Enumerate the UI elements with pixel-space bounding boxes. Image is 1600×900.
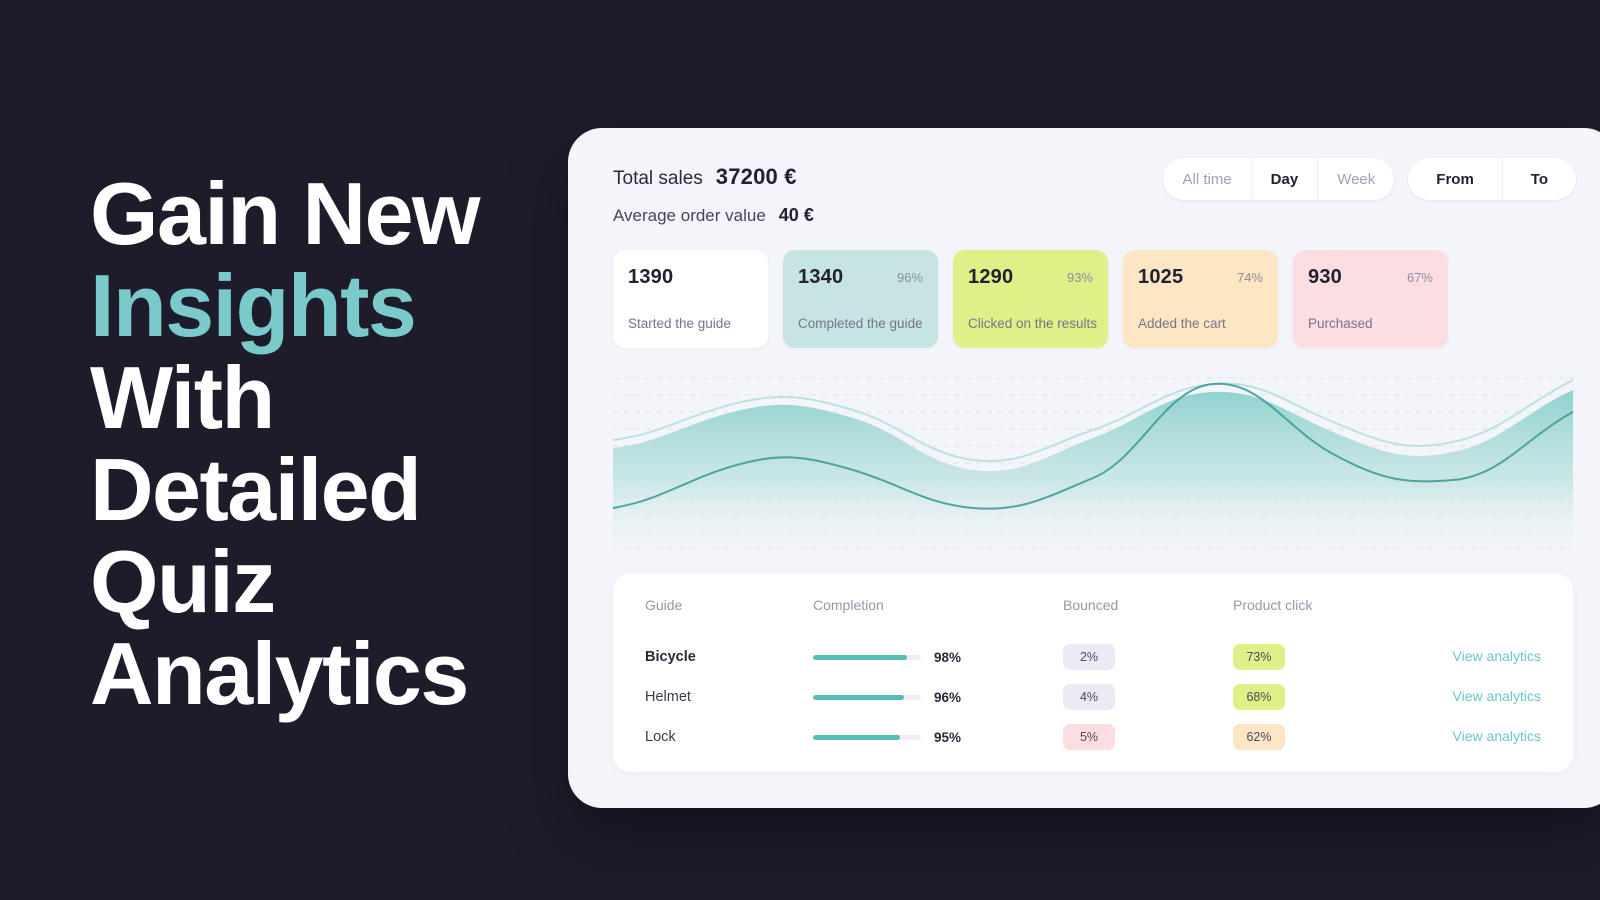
completion-percent: 95% bbox=[934, 729, 962, 745]
cell-product-click: 73% bbox=[1233, 644, 1443, 670]
completion-progress-fill bbox=[813, 694, 904, 700]
stat-caption: Completed the guide bbox=[798, 316, 923, 331]
date-range-control: From To bbox=[1408, 158, 1576, 200]
cell-product-click: 62% bbox=[1233, 724, 1443, 750]
stat-percent: 74% bbox=[1236, 270, 1263, 285]
headline-line-4: Detailed bbox=[90, 440, 422, 539]
funnel-stat-cards: 1390 Started the guide 1340 96% Complete… bbox=[613, 250, 1448, 348]
completion-progress-fill bbox=[813, 654, 907, 660]
cell-completion: 95% bbox=[813, 730, 1063, 745]
cell-bounced: 2% bbox=[1063, 644, 1233, 670]
headline-line-6: Analytics bbox=[90, 624, 469, 723]
cell-bounced: 5% bbox=[1063, 724, 1233, 750]
page-root: Gain New Insights With Detailed Quiz Ana… bbox=[0, 0, 1600, 900]
cell-actions: View analytics bbox=[1443, 728, 1573, 746]
cell-guide: Helmet bbox=[613, 688, 813, 706]
bounced-badge: 5% bbox=[1063, 724, 1115, 750]
period-segmented-control: All time Day Week bbox=[1163, 158, 1395, 200]
stat-caption: Purchased bbox=[1308, 316, 1373, 331]
guide-name: Helmet bbox=[645, 689, 691, 705]
filter-all-time[interactable]: All time bbox=[1163, 158, 1252, 200]
stat-value: 1390 bbox=[628, 266, 674, 288]
stat-card-added-cart[interactable]: 1025 74% Added the cart bbox=[1123, 250, 1278, 348]
stat-caption: Added the cart bbox=[1138, 316, 1226, 331]
date-to-button[interactable]: To bbox=[1503, 158, 1576, 200]
column-header-bounced: Bounced bbox=[1063, 597, 1119, 613]
chart-svg bbox=[613, 377, 1573, 558]
table-header-row: Guide Completion Bounced Product click bbox=[613, 597, 1573, 613]
view-analytics-link[interactable]: View analytics bbox=[1453, 688, 1541, 704]
bounced-badge: 4% bbox=[1063, 684, 1115, 710]
cell-product-click: 68% bbox=[1233, 684, 1443, 710]
view-analytics-link[interactable]: View analytics bbox=[1453, 728, 1541, 744]
average-order-value-value: 40 € bbox=[778, 205, 814, 225]
average-order-value-row: Average order value 40 € bbox=[613, 205, 1573, 226]
cell-actions: View analytics bbox=[1443, 648, 1573, 666]
stat-top-row: 1290 93% bbox=[968, 266, 1093, 289]
sales-area-chart bbox=[613, 368, 1573, 558]
stat-percent: 96% bbox=[896, 270, 923, 285]
stat-percent: 93% bbox=[1066, 270, 1093, 285]
guide-name: Bicycle bbox=[645, 649, 696, 665]
stat-percent: 67% bbox=[1406, 270, 1433, 285]
stat-top-row: 930 67% bbox=[1308, 266, 1433, 289]
cell-completion: 96% bbox=[813, 690, 1063, 705]
dashboard-panel: Total sales 37200 € Average order value … bbox=[568, 128, 1600, 808]
cell-completion: 98% bbox=[813, 650, 1063, 665]
filter-week[interactable]: Week bbox=[1318, 158, 1394, 200]
stat-top-row: 1025 74% bbox=[1138, 266, 1263, 289]
guide-name: Lock bbox=[645, 729, 676, 745]
view-analytics-link[interactable]: View analytics bbox=[1453, 648, 1541, 664]
chart-area-series bbox=[613, 390, 1573, 558]
stat-value: 930 bbox=[1308, 266, 1342, 288]
completion-percent: 96% bbox=[934, 689, 962, 705]
headline-line-5: Quiz bbox=[90, 532, 276, 631]
stat-value: 1025 bbox=[1138, 266, 1184, 288]
product-click-badge: 62% bbox=[1233, 724, 1285, 750]
stat-caption: Started the guide bbox=[628, 316, 731, 331]
hero-headline: Gain New Insights With Detailed Quiz Ana… bbox=[90, 168, 560, 720]
completion-progress-bar bbox=[813, 654, 921, 660]
guides-table: Guide Completion Bounced Product click B… bbox=[613, 573, 1573, 772]
stat-value: 1290 bbox=[968, 266, 1014, 288]
completion-percent: 98% bbox=[934, 649, 962, 665]
stat-card-purchased[interactable]: 930 67% Purchased bbox=[1293, 250, 1448, 348]
stat-card-clicked[interactable]: 1290 93% Clicked on the results bbox=[953, 250, 1108, 348]
column-header-guide: Guide bbox=[645, 597, 683, 613]
filter-bar: All time Day Week From To bbox=[1163, 158, 1576, 200]
product-click-badge: 73% bbox=[1233, 644, 1285, 670]
total-sales-value: 37200 € bbox=[715, 164, 797, 189]
cell-guide: Lock bbox=[613, 728, 813, 746]
filter-day[interactable]: Day bbox=[1252, 158, 1319, 200]
bounced-badge: 2% bbox=[1063, 644, 1115, 670]
completion-progress-fill bbox=[813, 734, 901, 740]
stat-value: 1340 bbox=[798, 266, 844, 288]
cell-guide: Bicycle bbox=[613, 648, 813, 666]
stat-caption: Clicked on the results bbox=[968, 316, 1098, 331]
cell-actions: View analytics bbox=[1443, 688, 1573, 706]
date-from-button[interactable]: From bbox=[1408, 158, 1503, 200]
table-row[interactable]: Helmet 96% 4% 68% View analytics bbox=[613, 677, 1573, 717]
table-row[interactable]: Bicycle 98% 2% 73% View analytics bbox=[613, 637, 1573, 677]
headline-line-2: Insights bbox=[90, 256, 417, 355]
average-order-value-label: Average order value bbox=[613, 206, 766, 225]
headline-line-1: Gain New bbox=[90, 164, 480, 263]
product-click-badge: 68% bbox=[1233, 684, 1285, 710]
table-row[interactable]: Lock 95% 5% 62% View analytics bbox=[613, 717, 1573, 757]
completion-progress-bar bbox=[813, 734, 921, 740]
total-sales-label: Total sales bbox=[613, 168, 703, 189]
stat-top-row: 1390 bbox=[628, 266, 753, 289]
stat-top-row: 1340 96% bbox=[798, 266, 923, 289]
cell-bounced: 4% bbox=[1063, 684, 1233, 710]
completion-progress-bar bbox=[813, 694, 921, 700]
column-header-completion: Completion bbox=[813, 597, 884, 613]
stat-card-started[interactable]: 1390 Started the guide bbox=[613, 250, 768, 348]
headline-line-3: With bbox=[90, 348, 275, 447]
column-header-product-click: Product click bbox=[1233, 597, 1313, 613]
stat-card-completed[interactable]: 1340 96% Completed the guide bbox=[783, 250, 938, 348]
